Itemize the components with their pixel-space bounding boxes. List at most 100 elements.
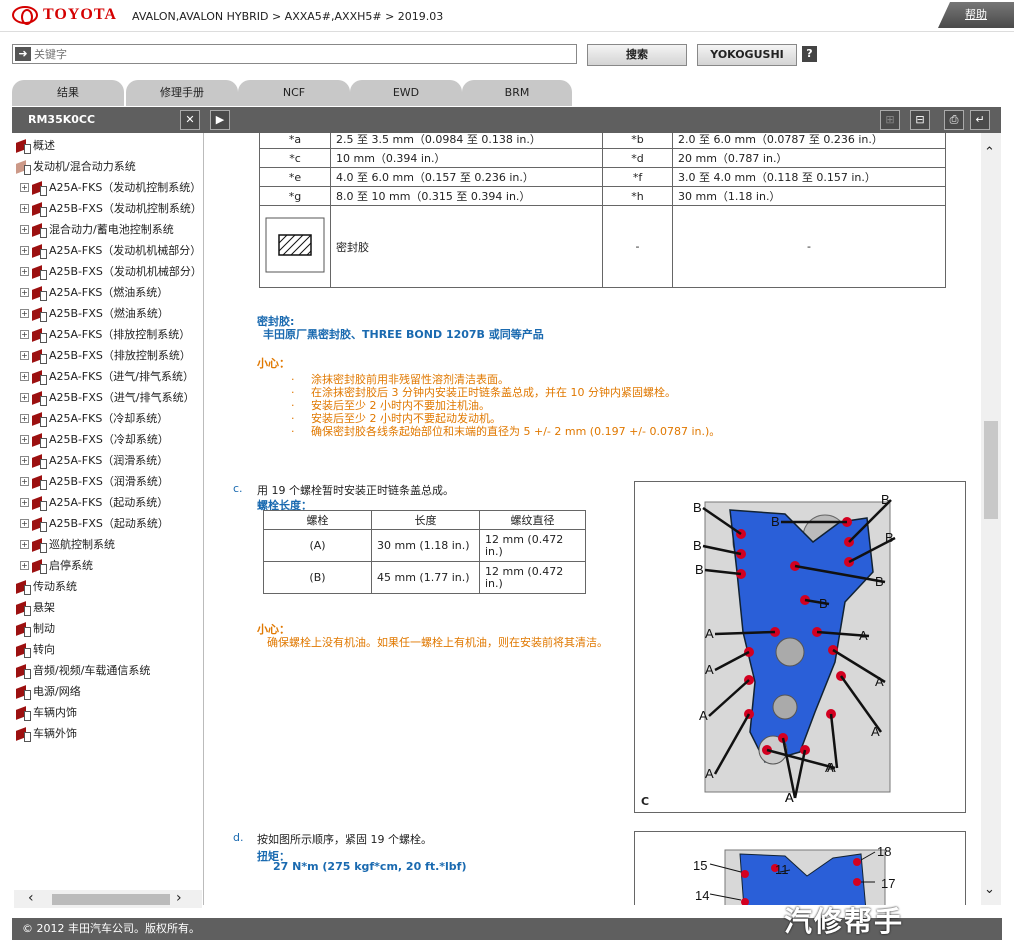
table-cell: 2.5 至 3.5 mm（0.0984 至 0.138 in.） <box>330 133 603 149</box>
expand-plus-icon[interactable]: + <box>20 456 29 465</box>
sidebar-item-label: A25A-FKS（进气/排气系统） <box>49 370 195 383</box>
expand-plus-icon[interactable]: + <box>20 288 29 297</box>
sidebar-item[interactable]: + A25B-FXS（发动机机械部分） <box>20 261 202 282</box>
expand-plus-icon[interactable]: + <box>20 225 29 234</box>
expand-plus-icon[interactable]: + <box>20 351 29 360</box>
expand-plus-icon[interactable]: + <box>20 414 29 423</box>
tab-ncf[interactable]: NCF <box>238 80 350 106</box>
scrollbar-thumb[interactable] <box>52 894 170 905</box>
caution-text: 确保螺栓上没有机油。如果任一螺栓上有机油，则在安装前将其清洁。 <box>267 636 608 649</box>
collapse-icon[interactable]: ⊟ <box>910 110 930 130</box>
sidebar-item[interactable]: 车辆内饰 <box>16 702 77 723</box>
sidebar-item[interactable]: + A25A-FKS（发动机控制系统） <box>20 177 201 198</box>
step-letter: c. <box>233 482 243 495</box>
sidebar-item[interactable]: 音频/视频/车载通信系统 <box>16 660 150 681</box>
table-row: *a 2.5 至 3.5 mm（0.0984 至 0.138 in.） *b 2.0 … <box>259 133 946 149</box>
callout-label: B <box>693 500 702 515</box>
expand-plus-icon[interactable]: + <box>20 246 29 255</box>
expand-plus-icon[interactable]: + <box>20 183 29 192</box>
sidebar-item[interactable]: 车辆外饰 <box>16 723 77 744</box>
horizontal-scrollbar[interactable]: ‹ › <box>14 890 202 908</box>
table-cell: 12 mm (0.472 in.) <box>479 529 586 562</box>
expand-plus-icon[interactable]: + <box>20 393 29 402</box>
sidebar-item[interactable]: + A25A-FKS（发动机机械部分） <box>20 240 201 261</box>
callout-label: 11 <box>775 862 789 877</box>
expand-plus-icon[interactable]: + <box>20 372 29 381</box>
sidebar-item[interactable]: + 巡航控制系统 <box>20 534 115 555</box>
table-cell: 4.0 至 6.0 mm（0.157 至 0.236 in.） <box>330 167 603 187</box>
scrollbar-thumb[interactable] <box>984 421 998 519</box>
scroll-up-icon[interactable]: ⌃ <box>984 145 995 160</box>
back-icon[interactable]: ↵ <box>970 110 990 130</box>
scroll-down-icon[interactable]: ⌄ <box>984 882 995 897</box>
tab-results[interactable]: 结果 <box>12 80 124 106</box>
print-icon[interactable]: ⎙ <box>944 110 964 130</box>
sidebar-item[interactable]: + A25A-FKS（润滑系统） <box>20 450 168 471</box>
yokogushi-button[interactable]: YOKOGUSHI <box>697 44 797 66</box>
sidebar-item[interactable]: + A25B-FXS（进气/排气系统） <box>20 387 195 408</box>
sidebar-item-label: 制动 <box>33 622 55 635</box>
play-icon[interactable]: ▶ <box>210 110 230 130</box>
sidebar-item[interactable]: 发动机/混合动力系统 <box>16 156 136 177</box>
sidebar-item[interactable]: + A25A-FKS（进气/排气系统） <box>20 366 194 387</box>
callout-label: B <box>881 492 890 507</box>
expand-plus-icon[interactable]: + <box>20 540 29 549</box>
sidebar-item[interactable]: 电源/网络 <box>16 681 81 702</box>
tab-ewd[interactable]: EWD <box>350 80 462 106</box>
sidebar-item[interactable]: + A25B-FXS（排放控制系统） <box>20 345 191 366</box>
sidebar-item[interactable]: + A25A-FKS（起动系统） <box>20 492 168 513</box>
sidebar-item[interactable]: 转向 <box>16 639 55 660</box>
book-icon <box>16 602 31 616</box>
sidebar-item-label: 悬架 <box>33 601 55 614</box>
scroll-right-icon[interactable]: › <box>176 890 182 906</box>
table-cell: *d <box>602 148 673 168</box>
sidebar-item[interactable]: 传动系统 <box>16 576 77 597</box>
callout-label: A <box>705 662 714 677</box>
table-cell: (B) <box>263 561 372 594</box>
tab-brm[interactable]: BRM <box>462 80 572 106</box>
sidebar-item[interactable]: 概述 <box>16 135 55 156</box>
expand-plus-icon[interactable]: + <box>20 498 29 507</box>
sidebar-item[interactable]: + A25B-FXS（冷却系统） <box>20 429 169 450</box>
sidebar-item[interactable]: + A25B-FXS（燃油系统） <box>20 303 169 324</box>
close-icon[interactable]: ✕ <box>180 110 200 130</box>
sidebar-item[interactable]: + A25B-FXS（发动机控制系统） <box>20 198 202 219</box>
book-icon <box>16 686 31 700</box>
document-toolbar: RM35K0CC ✕ ▶ ⊞ ⊟ ⎙ ↵ <box>12 107 1001 133</box>
sidebar-item[interactable]: + A25B-FXS（起动系统） <box>20 513 169 534</box>
sidebar-item[interactable]: + A25B-FXS（润滑系统） <box>20 471 169 492</box>
scroll-left-icon[interactable]: ‹ <box>28 890 34 906</box>
search-button[interactable]: 搜索 <box>587 44 687 66</box>
table-cell: 3.0 至 4.0 mm（0.118 至 0.157 in.） <box>672 167 946 187</box>
vertical-scrollbar[interactable]: ⌃ ⌄ <box>981 133 1001 905</box>
expand-plus-icon[interactable]: + <box>20 267 29 276</box>
caution-list: · 涂抹密封胶前用非残留性溶剂清洁表面。 · 在涂抹密封胶后 3 分钟内安装正时链条盖… <box>291 373 720 438</box>
help-question-icon[interactable]: ? <box>802 46 817 62</box>
sidebar-item[interactable]: + A25A-FKS（排放控制系统） <box>20 324 190 345</box>
expand-icon[interactable]: ⊞ <box>880 110 900 130</box>
expand-plus-icon[interactable]: + <box>20 330 29 339</box>
expand-plus-icon[interactable]: + <box>20 561 29 570</box>
table-cell: *e <box>259 167 331 187</box>
sidebar-item[interactable]: + A25A-FKS（燃油系统） <box>20 282 168 303</box>
sidebar-item[interactable]: + 启停系统 <box>20 555 93 576</box>
expand-plus-icon[interactable]: + <box>20 435 29 444</box>
tab-repair-manual[interactable]: 修理手册 <box>126 80 238 106</box>
expand-plus-icon[interactable]: + <box>20 519 29 528</box>
bullet-icon: · <box>291 373 295 386</box>
expand-plus-icon[interactable]: + <box>20 309 29 318</box>
sidebar-item-label: A25B-FXS（润滑系统） <box>49 475 169 488</box>
sidebar-item[interactable]: 悬架 <box>16 597 55 618</box>
sidebar-item[interactable]: + A25A-FKS（冷却系统） <box>20 408 168 429</box>
sidebar-item[interactable]: + 混合动力/蓄电池控制系统 <box>20 219 174 240</box>
expand-plus-icon[interactable]: + <box>20 477 29 486</box>
table-cell: 30 mm（1.18 in.） <box>672 186 946 206</box>
sidebar-item-label: A25A-FKS（燃油系统） <box>49 286 169 299</box>
book-icon <box>32 518 47 532</box>
caution-item-text: 在涂抹密封胶后 3 分钟内安装正时链条盖总成，并在 10 分钟内紧固螺栓。 <box>311 386 676 399</box>
expand-plus-icon[interactable]: + <box>20 204 29 213</box>
help-link[interactable]: 帮助 <box>938 2 1014 28</box>
sidebar-item[interactable]: 制动 <box>16 618 55 639</box>
search-input[interactable] <box>34 46 554 62</box>
book-icon <box>32 413 47 427</box>
